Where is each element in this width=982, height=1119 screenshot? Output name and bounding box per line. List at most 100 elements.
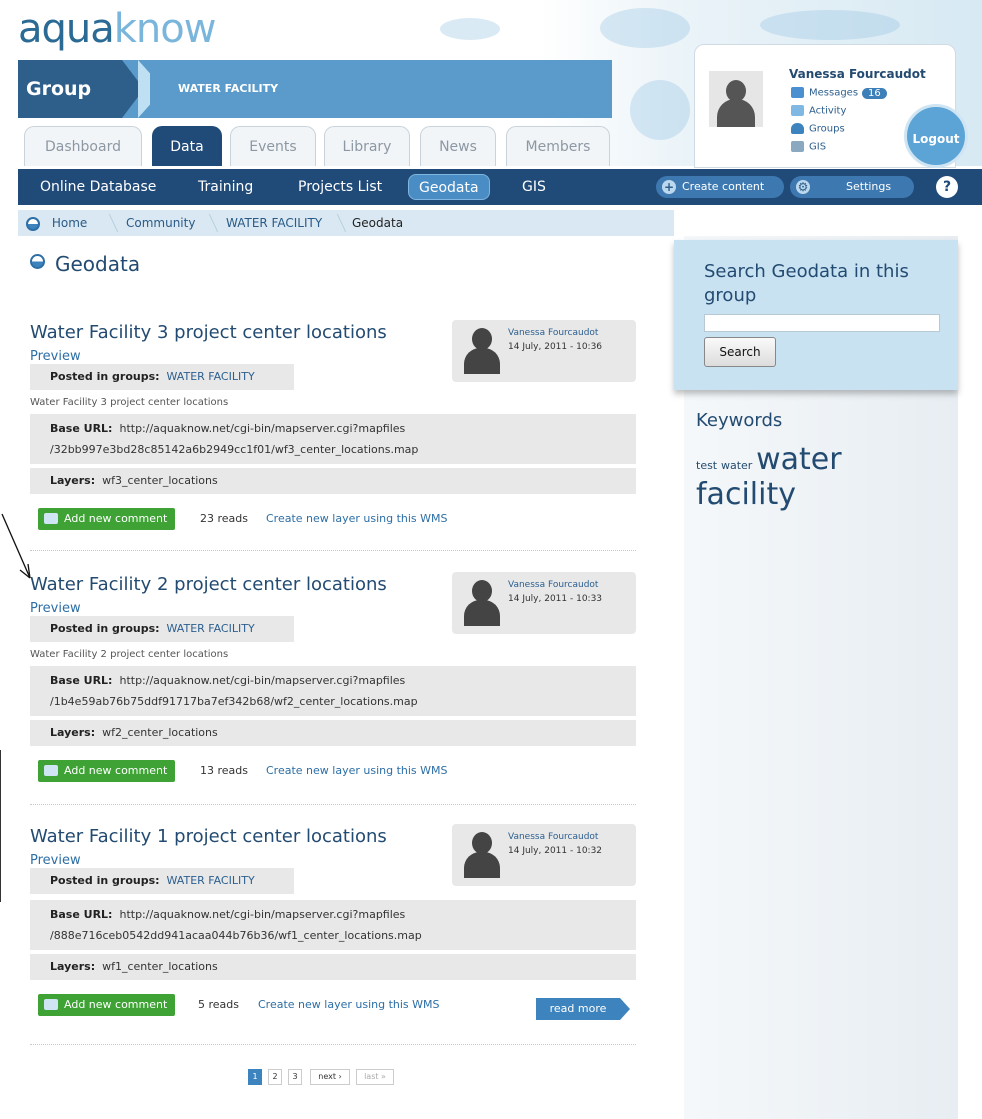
activity-icon — [791, 105, 804, 116]
author-card: Vanessa Fourcaudot 14 July, 2011 - 10:33 — [452, 572, 636, 634]
breadcrumb-separator — [97, 214, 119, 232]
author-name-link[interactable]: Vanessa Fourcaudot — [508, 580, 598, 590]
page-1-button[interactable]: 1 — [248, 1069, 262, 1085]
annotation-line — [0, 750, 1, 902]
site-logo[interactable]: aquaknow — [18, 6, 217, 52]
logout-button[interactable]: Logout — [904, 104, 968, 168]
author-avatar[interactable] — [464, 832, 500, 878]
post-actions: Add new comment 5 reads Create new layer… — [38, 994, 636, 1020]
read-count: 13 reads — [200, 764, 248, 777]
add-comment-button[interactable]: Add new comment — [38, 760, 176, 782]
main-navbar: Online Database Training Projects List G… — [18, 169, 982, 205]
add-comment-label: Add new comment — [64, 512, 168, 525]
gis-link[interactable]: GIS — [791, 141, 826, 153]
water-splash-decoration — [630, 80, 690, 140]
messages-link[interactable]: Messages 16 — [791, 87, 887, 99]
layers-row: Layers: wf2_center_locations — [30, 720, 636, 746]
post-date: 14 July, 2011 - 10:36 — [508, 342, 603, 352]
nav-projects-list[interactable]: Projects List — [298, 169, 382, 205]
layers-row: Layers: wf1_center_locations — [30, 954, 636, 980]
group-link[interactable]: WATER FACILITY — [167, 874, 255, 887]
next-page-button[interactable]: next › — [310, 1069, 350, 1085]
add-comment-button[interactable]: Add new comment — [38, 508, 176, 530]
geodata-post: Water Facility 2 project center location… — [30, 572, 636, 805]
create-layer-wms-link[interactable]: Create new layer using this WMS — [266, 760, 448, 782]
post-preview-link[interactable]: Preview — [30, 601, 81, 616]
base-url-row: Base URL: http://aquaknow.net/cgi-bin/ma… — [30, 666, 636, 716]
author-avatar[interactable] — [464, 328, 500, 374]
avatar-body-shape — [464, 852, 500, 878]
layers-label: Layers: — [50, 726, 96, 739]
nav-geodata[interactable]: Geodata — [408, 174, 490, 200]
add-comment-button[interactable]: Add new comment — [38, 994, 176, 1016]
layers-label: Layers: — [50, 960, 96, 973]
post-divider — [30, 804, 636, 805]
search-button[interactable]: Search — [704, 337, 776, 367]
settings-button[interactable]: ⚙ Settings — [790, 176, 914, 198]
breadcrumb-water-facility[interactable]: WATER FACILITY — [226, 210, 322, 236]
breadcrumb-home[interactable]: Home — [26, 210, 87, 236]
nav-training[interactable]: Training — [198, 169, 253, 205]
create-layer-wms-link[interactable]: Create new layer using this WMS — [258, 994, 440, 1016]
create-layer-wms-link[interactable]: Create new layer using this WMS — [266, 508, 448, 530]
base-url-row: Base URL: http://aquaknow.net/cgi-bin/ma… — [30, 900, 636, 950]
keyword-cloud: test water water facility — [696, 442, 936, 512]
groups-link[interactable]: Groups — [791, 123, 845, 135]
settings-label: Settings — [846, 180, 892, 193]
author-name-link[interactable]: Vanessa Fourcaudot — [508, 328, 598, 338]
post-title-link[interactable]: Water Facility 2 project center location… — [30, 574, 387, 595]
messages-label: Messages — [809, 87, 859, 99]
geodata-post: Water Facility 1 project center location… — [30, 824, 636, 1048]
comment-icon — [44, 765, 58, 776]
plus-icon: + — [662, 180, 676, 194]
logo-text-know: know — [113, 6, 217, 52]
activity-link[interactable]: Activity — [791, 105, 846, 117]
post-preview-link[interactable]: Preview — [30, 853, 81, 868]
keyword-link[interactable]: water facility — [696, 442, 842, 512]
avatar-head-shape — [472, 328, 492, 350]
breadcrumb-community[interactable]: Community — [126, 210, 195, 236]
gis-label: GIS — [809, 141, 827, 153]
page-2-button[interactable]: 2 — [268, 1069, 282, 1085]
group-link[interactable]: WATER FACILITY — [167, 622, 255, 635]
geodata-circle-icon — [30, 254, 45, 269]
create-content-button[interactable]: + Create content — [656, 176, 784, 198]
nav-gis[interactable]: GIS — [522, 169, 546, 205]
keyword-link[interactable]: test — [696, 459, 717, 472]
post-date: 14 July, 2011 - 10:33 — [508, 594, 603, 604]
tab-data[interactable]: Data — [152, 126, 222, 166]
base-url-label: Base URL: — [50, 908, 113, 921]
tab-dashboard[interactable]: Dashboard — [24, 126, 142, 166]
layers-value: wf3_center_locations — [102, 474, 218, 487]
help-icon[interactable]: ? — [936, 176, 958, 198]
author-avatar[interactable] — [464, 580, 500, 626]
read-count: 23 reads — [200, 512, 248, 525]
author-name-link[interactable]: Vanessa Fourcaudot — [508, 832, 598, 842]
user-name[interactable]: Vanessa Fourcaudot — [789, 67, 926, 81]
tab-members[interactable]: Members — [506, 126, 610, 166]
comment-icon — [44, 513, 58, 524]
nav-online-database[interactable]: Online Database — [40, 169, 156, 205]
post-title-link[interactable]: Water Facility 1 project center location… — [30, 826, 387, 847]
read-more-button[interactable]: read more — [536, 998, 630, 1020]
post-title-link[interactable]: Water Facility 3 project center location… — [30, 322, 387, 343]
tab-news[interactable]: News — [420, 126, 496, 166]
group-link[interactable]: WATER FACILITY — [167, 370, 255, 383]
group-banner: Group WATER FACILITY — [18, 60, 612, 118]
search-input[interactable] — [704, 314, 940, 332]
posted-in-groups-label: Posted in groups: — [50, 370, 160, 383]
tab-events[interactable]: Events — [230, 126, 316, 166]
tab-library[interactable]: Library — [324, 126, 410, 166]
keyword-link[interactable]: water — [721, 459, 752, 472]
post-actions: Add new comment 13 reads Create new laye… — [38, 760, 636, 782]
base-url-row: Base URL: http://aquaknow.net/cgi-bin/ma… — [30, 414, 636, 464]
envelope-icon — [791, 87, 804, 98]
post-preview-link[interactable]: Preview — [30, 349, 81, 364]
group-label: Group — [18, 60, 122, 118]
page-3-button[interactable]: 3 — [288, 1069, 302, 1085]
user-avatar[interactable] — [709, 71, 763, 127]
search-heading: Search Geodata in this group — [704, 261, 909, 306]
group-name[interactable]: WATER FACILITY — [178, 60, 278, 118]
chevron-right-icon — [150, 60, 176, 118]
people-icon — [791, 123, 804, 134]
